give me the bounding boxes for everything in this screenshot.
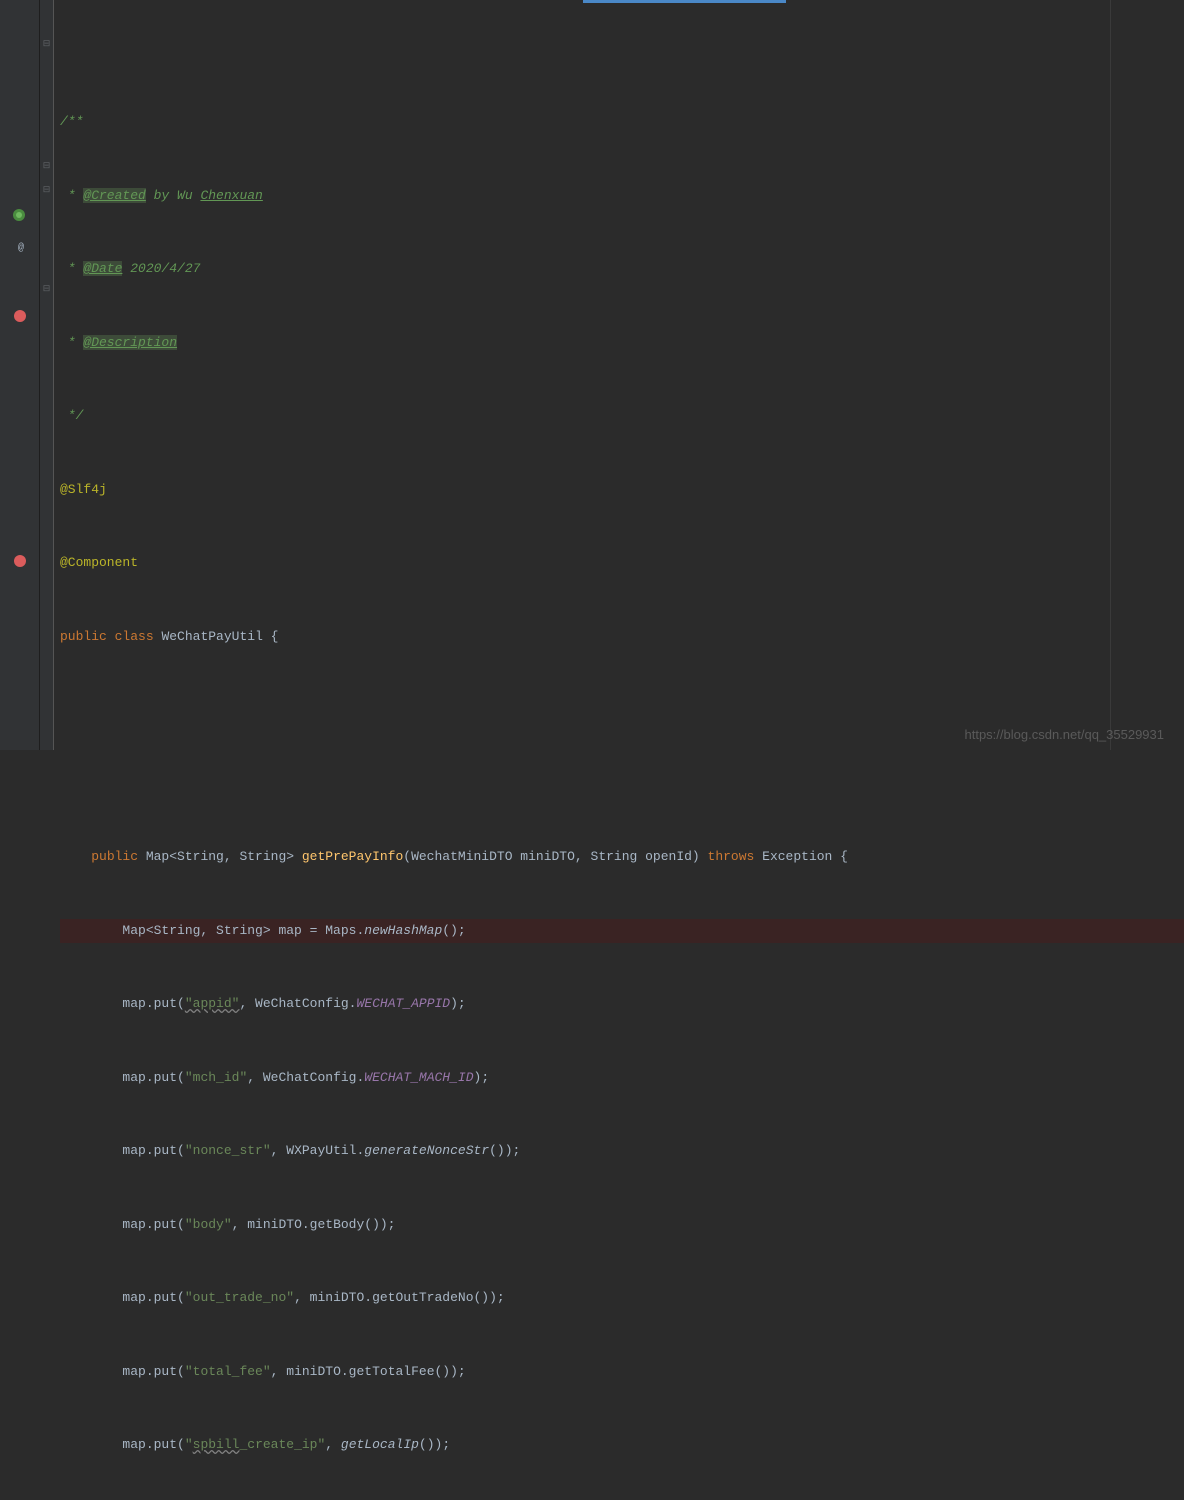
- code-line[interactable]: * @Date 2020/4/27: [60, 257, 1184, 282]
- line-number[interactable]: [0, 110, 29, 135]
- line-number[interactable]: [0, 86, 29, 111]
- line-number[interactable]: [0, 184, 29, 209]
- breakpoint-icon[interactable]: [14, 310, 26, 322]
- code-line[interactable]: public class WeChatPayUtil {: [60, 625, 1184, 650]
- line-number[interactable]: [0, 61, 29, 86]
- line-number[interactable]: [0, 37, 29, 62]
- code-line[interactable]: map.put("total_fee", miniDTO.getTotalFee…: [60, 1360, 1184, 1385]
- line-number[interactable]: [0, 159, 29, 184]
- code-line[interactable]: map.put("appid", WeChatConfig.WECHAT_APP…: [60, 992, 1184, 1017]
- code-line[interactable]: map.put("mch_id", WeChatConfig.WECHAT_MA…: [60, 1066, 1184, 1091]
- code-line[interactable]: @Slf4j: [60, 478, 1184, 503]
- code-line[interactable]: map.put("out_trade_no", miniDTO.getOutTr…: [60, 1286, 1184, 1311]
- line-number[interactable]: [0, 600, 29, 625]
- watermark: https://blog.csdn.net/qq_35529931: [965, 727, 1165, 742]
- line-gutter[interactable]: @: [0, 0, 40, 750]
- line-number[interactable]: [0, 355, 29, 380]
- code-line[interactable]: [60, 698, 1184, 723]
- fold-icon[interactable]: ⊟: [42, 40, 51, 49]
- code-line[interactable]: /**: [60, 110, 1184, 135]
- code-area[interactable]: /** * @Created by Wu Chenxuan * @Date 20…: [54, 0, 1184, 750]
- fold-icon[interactable]: ⊟: [42, 186, 51, 195]
- line-number[interactable]: [0, 380, 29, 405]
- code-line[interactable]: Map<String, String> map = Maps.newHashMa…: [60, 919, 1184, 944]
- line-number[interactable]: [0, 429, 29, 454]
- code-line[interactable]: map.put("body", miniDTO.getBody());: [60, 1213, 1184, 1238]
- code-line[interactable]: public Map<String, String> getPrePayInfo…: [60, 845, 1184, 870]
- class-icon: [12, 208, 26, 222]
- line-number[interactable]: [0, 527, 29, 552]
- breakpoint-icon[interactable]: [14, 555, 26, 567]
- line-number[interactable]: [0, 478, 29, 503]
- fold-column[interactable]: ⊟ ⊟ ⊟ ⊟: [40, 0, 54, 750]
- line-number[interactable]: [0, 12, 29, 37]
- line-number[interactable]: [0, 502, 29, 527]
- line-number[interactable]: [0, 282, 29, 307]
- line-number[interactable]: [0, 453, 29, 478]
- code-line[interactable]: * @Description: [60, 331, 1184, 356]
- code-line[interactable]: [60, 772, 1184, 797]
- fold-icon[interactable]: ⊟: [42, 285, 51, 294]
- code-line[interactable]: map.put("nonce_str", WXPayUtil.generateN…: [60, 1139, 1184, 1164]
- line-number[interactable]: [0, 135, 29, 160]
- line-number[interactable]: [0, 233, 29, 258]
- tab-indicator: [583, 0, 786, 3]
- fold-icon[interactable]: ⊟: [42, 162, 51, 171]
- method-marker-icon: @: [18, 237, 24, 262]
- line-number[interactable]: [0, 331, 29, 356]
- editor: @ ⊟ ⊟ ⊟ ⊟ /** * @Created by Wu Chenxuan …: [0, 0, 1184, 750]
- line-number[interactable]: [0, 576, 29, 601]
- code-line[interactable]: @Component: [60, 551, 1184, 576]
- line-number[interactable]: [0, 257, 29, 282]
- code-line[interactable]: */: [60, 404, 1184, 429]
- code-line[interactable]: * @Created by Wu Chenxuan: [60, 184, 1184, 209]
- code-line[interactable]: map.put("spbill_create_ip", getLocalIp()…: [60, 1433, 1184, 1458]
- line-number[interactable]: [0, 404, 29, 429]
